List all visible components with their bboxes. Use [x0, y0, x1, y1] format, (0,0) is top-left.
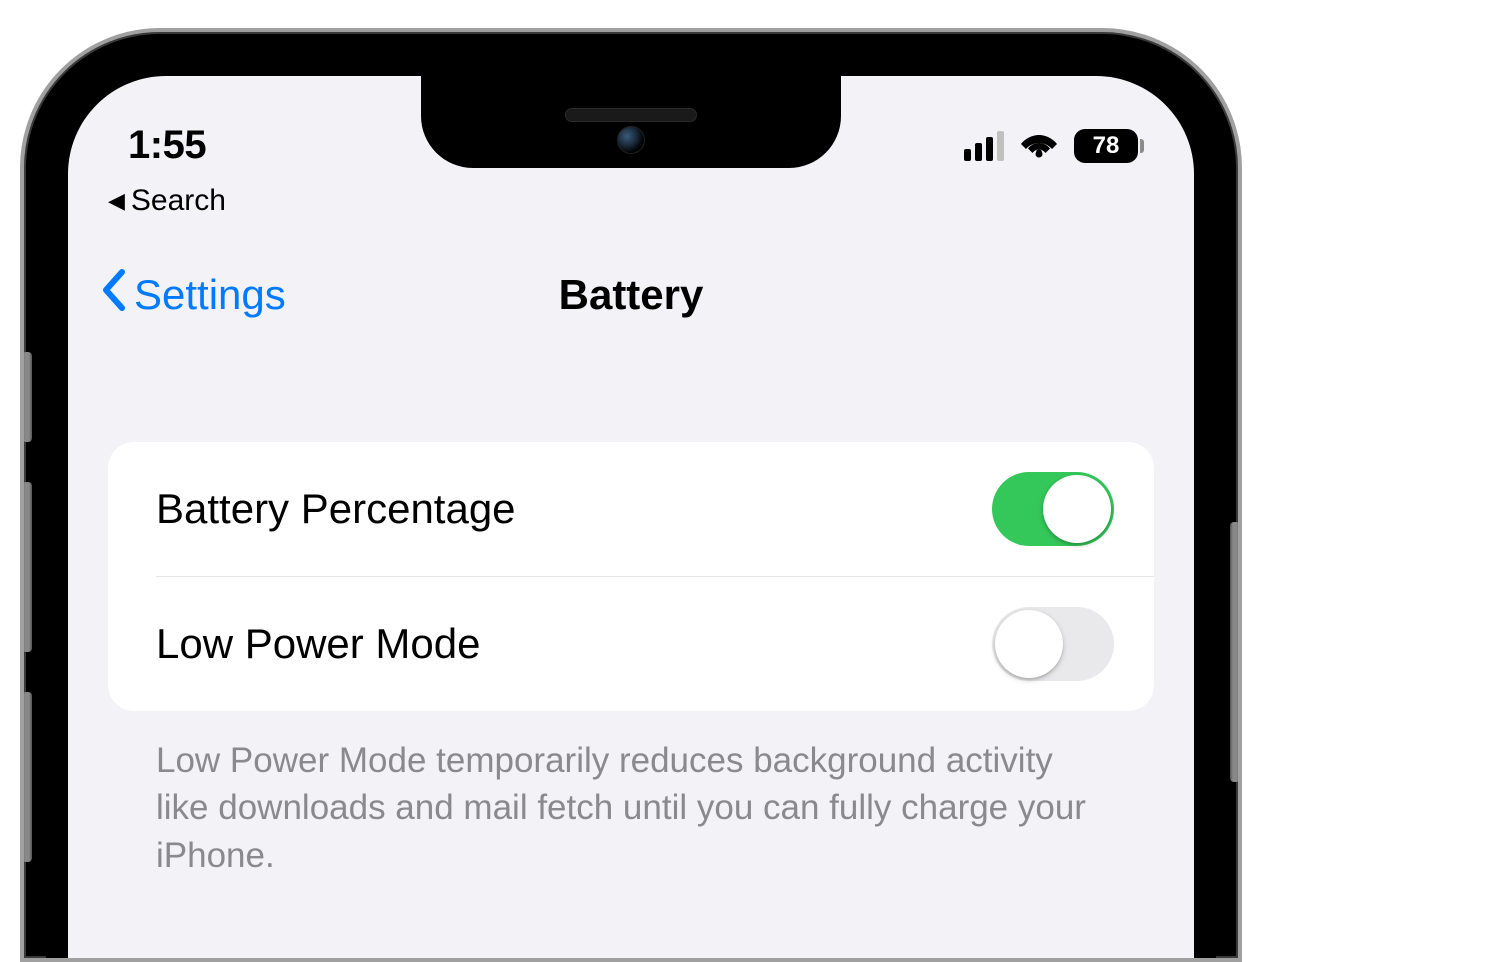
low-power-mode-toggle[interactable]	[992, 607, 1114, 681]
status-time: 1:55	[128, 123, 206, 168]
page-title: Battery	[559, 271, 704, 319]
breadcrumb-label: Search	[131, 184, 226, 218]
breadcrumb-back-icon: ◀	[108, 188, 125, 214]
power-button[interactable]	[1230, 522, 1240, 782]
battery-percentage-row: Battery Percentage	[108, 442, 1154, 576]
content-area: Battery Percentage Low Power Mode Low Po…	[68, 352, 1194, 879]
notch	[421, 76, 841, 168]
battery-indicator: 78	[1074, 129, 1144, 163]
mute-switch[interactable]	[22, 352, 32, 442]
back-button[interactable]: Settings	[100, 268, 286, 322]
cellular-signal-icon	[964, 131, 1004, 161]
volume-down-button[interactable]	[22, 692, 32, 862]
back-button-label: Settings	[134, 271, 286, 319]
battery-percentage-toggle[interactable]	[992, 472, 1114, 546]
screen: 1:55	[68, 76, 1194, 958]
wifi-icon	[1018, 127, 1060, 164]
device-bezel: 1:55	[46, 54, 1216, 958]
row-label: Low Power Mode	[156, 620, 481, 668]
device-frame: 1:55	[20, 28, 1242, 962]
navigation-bar: Settings Battery	[68, 218, 1194, 352]
battery-level-text: 78	[1074, 129, 1138, 163]
settings-footer-text: Low Power Mode temporarily reduces backg…	[108, 711, 1154, 879]
front-camera	[617, 126, 645, 154]
chevron-left-icon	[100, 268, 130, 322]
breadcrumb-back[interactable]: ◀ Search	[68, 176, 1194, 218]
speaker-grill	[565, 108, 697, 122]
volume-up-button[interactable]	[22, 482, 32, 652]
settings-group: Battery Percentage Low Power Mode	[108, 442, 1154, 711]
row-label: Battery Percentage	[156, 485, 516, 533]
low-power-mode-row: Low Power Mode	[108, 577, 1154, 711]
